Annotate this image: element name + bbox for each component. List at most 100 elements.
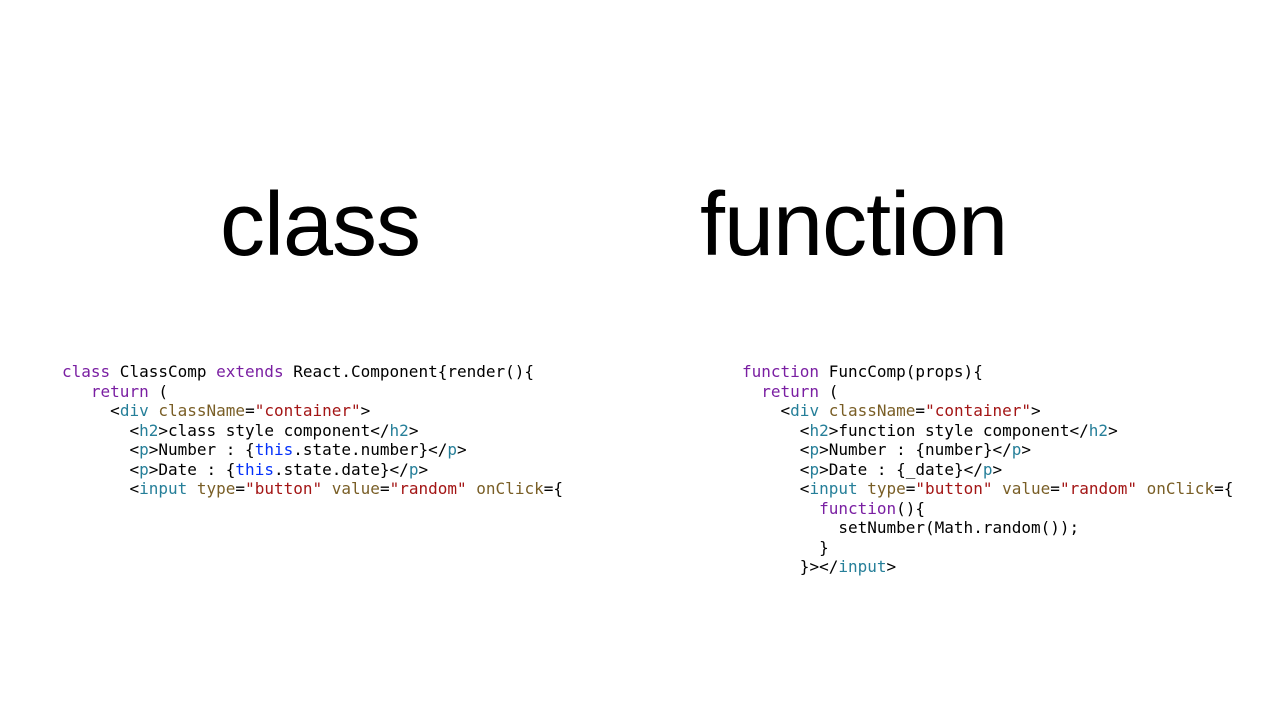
pun: </ bbox=[992, 440, 1011, 459]
class-code-block: class ClassComp extends React.Component{… bbox=[62, 362, 652, 499]
pun: > bbox=[819, 460, 829, 479]
txt: React.Component{render(){ bbox=[284, 362, 534, 381]
kw-extends: extends bbox=[216, 362, 283, 381]
kw-this: this bbox=[235, 460, 274, 479]
sp bbox=[992, 479, 1002, 498]
kw-function: function bbox=[742, 362, 819, 381]
pun: < bbox=[800, 440, 810, 459]
kw-return: return bbox=[761, 382, 819, 401]
pun: </ bbox=[1070, 421, 1089, 440]
sp bbox=[819, 401, 829, 420]
heading-class: class bbox=[220, 180, 420, 270]
tag-p: p bbox=[809, 460, 819, 479]
txt: { bbox=[553, 479, 563, 498]
pun: < bbox=[129, 440, 139, 459]
tag-p: p bbox=[809, 440, 819, 459]
kw-function: function bbox=[819, 499, 896, 518]
pun: > bbox=[809, 557, 819, 576]
txt: } bbox=[819, 538, 829, 557]
pun: </ bbox=[428, 440, 447, 459]
pun: < bbox=[800, 460, 810, 479]
sp bbox=[187, 479, 197, 498]
function-code-block: function FuncComp(props){ return ( <div … bbox=[742, 362, 1262, 577]
str-random: "random" bbox=[1060, 479, 1137, 498]
txt: .state.date} bbox=[274, 460, 390, 479]
attr-onclick: onClick bbox=[476, 479, 543, 498]
attr-classname: className bbox=[829, 401, 916, 420]
pun: </ bbox=[964, 460, 983, 479]
pun: = bbox=[380, 479, 390, 498]
tag-div: div bbox=[120, 401, 149, 420]
pun: = bbox=[906, 479, 916, 498]
txt: .state.number} bbox=[293, 440, 428, 459]
pun: > bbox=[829, 421, 839, 440]
txt: ( bbox=[819, 382, 838, 401]
pun: > bbox=[158, 421, 168, 440]
attr-type: type bbox=[867, 479, 906, 498]
str-container: "container" bbox=[255, 401, 361, 420]
kw-class: class bbox=[62, 362, 110, 381]
tag-h2: h2 bbox=[139, 421, 158, 440]
tag-div: div bbox=[790, 401, 819, 420]
sp bbox=[149, 401, 159, 420]
attr-value: value bbox=[1002, 479, 1050, 498]
pun: > bbox=[819, 440, 829, 459]
tag-input-close: input bbox=[838, 557, 886, 576]
pun: = bbox=[245, 401, 255, 420]
pun: = bbox=[1050, 479, 1060, 498]
txt: Number : { bbox=[158, 440, 254, 459]
tag-p-close: p bbox=[1012, 440, 1022, 459]
sp bbox=[858, 479, 868, 498]
pun: > bbox=[149, 460, 159, 479]
txt: ClassComp bbox=[110, 362, 216, 381]
pun: < bbox=[129, 421, 139, 440]
pun: > bbox=[418, 460, 428, 479]
pun: = bbox=[1214, 479, 1224, 498]
pun: < bbox=[781, 401, 791, 420]
slide: class function class ClassComp extends R… bbox=[0, 0, 1280, 720]
txt: FuncComp(props){ bbox=[819, 362, 983, 381]
txt: (){ bbox=[896, 499, 925, 518]
tag-p: p bbox=[139, 460, 149, 479]
tag-p-close: p bbox=[409, 460, 419, 479]
pun: = bbox=[235, 479, 245, 498]
pun: > bbox=[361, 401, 371, 420]
pun: < bbox=[800, 421, 810, 440]
pun: > bbox=[149, 440, 159, 459]
tag-h2: h2 bbox=[809, 421, 828, 440]
str-button: "button" bbox=[245, 479, 322, 498]
pun: < bbox=[800, 479, 810, 498]
attr-value: value bbox=[332, 479, 380, 498]
pun: </ bbox=[819, 557, 838, 576]
pun: > bbox=[457, 440, 467, 459]
pun: = bbox=[915, 401, 925, 420]
tag-input: input bbox=[139, 479, 187, 498]
sp bbox=[467, 479, 477, 498]
pun: > bbox=[1021, 440, 1031, 459]
sp bbox=[322, 479, 332, 498]
txt: Number : {number} bbox=[829, 440, 993, 459]
txt: function style component bbox=[838, 421, 1069, 440]
pun: > bbox=[409, 421, 419, 440]
txt: } bbox=[800, 557, 810, 576]
sp bbox=[1137, 479, 1147, 498]
tag-p: p bbox=[139, 440, 149, 459]
txt: ( bbox=[149, 382, 168, 401]
attr-classname: className bbox=[158, 401, 245, 420]
pun: </ bbox=[390, 460, 409, 479]
txt: Date : { bbox=[158, 460, 235, 479]
heading-function: function bbox=[700, 180, 1007, 270]
tag-h2-close: h2 bbox=[1089, 421, 1108, 440]
tag-p-close: p bbox=[447, 440, 457, 459]
txt: setNumber(Math.random()); bbox=[838, 518, 1079, 537]
str-container: "container" bbox=[925, 401, 1031, 420]
tag-h2-close: h2 bbox=[390, 421, 409, 440]
tag-input: input bbox=[809, 479, 857, 498]
txt: { bbox=[1224, 479, 1234, 498]
pun: </ bbox=[370, 421, 389, 440]
attr-type: type bbox=[197, 479, 236, 498]
pun: > bbox=[1108, 421, 1118, 440]
str-button: "button" bbox=[915, 479, 992, 498]
pun: > bbox=[992, 460, 1002, 479]
str-random: "random" bbox=[390, 479, 467, 498]
